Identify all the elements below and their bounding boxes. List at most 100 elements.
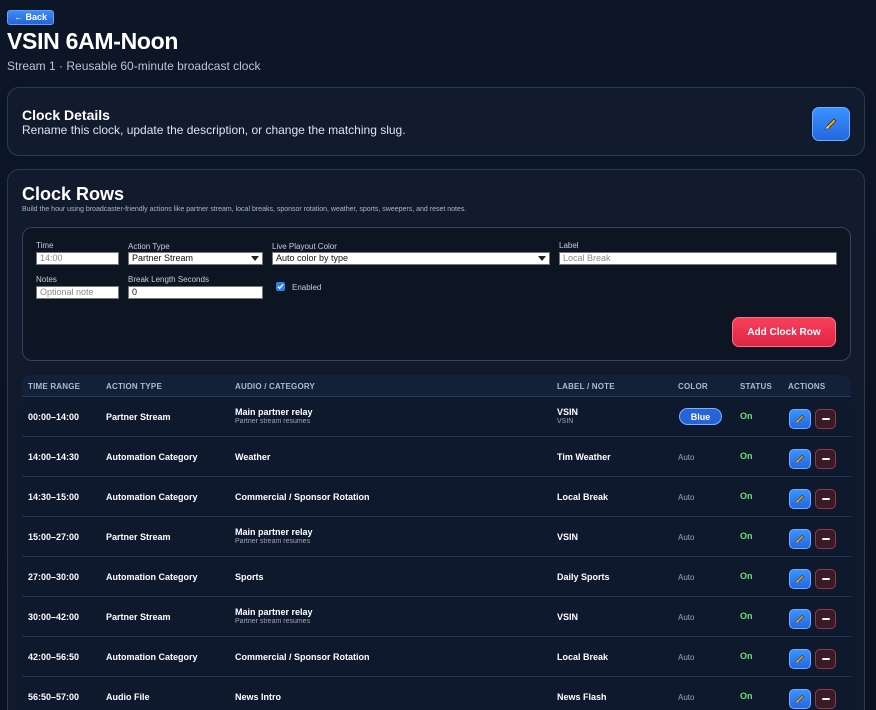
clock-details-description: Rename this clock, update the descriptio… <box>22 123 406 137</box>
row-color: Auto <box>678 493 695 502</box>
label-input[interactable]: Local Break <box>559 252 837 265</box>
pencil-icon <box>795 494 805 504</box>
check-icon <box>277 283 284 290</box>
clock-rows-card: Clock Rows Build the hour using broadcas… <box>7 169 865 710</box>
row-color: Auto <box>678 613 695 622</box>
table-row: 15:00–27:00 Partner Stream Main partner re… <box>22 517 851 557</box>
table-row: 14:00–14:30 Automation Category Weather Tim… <box>22 437 851 477</box>
color-select[interactable]: Auto color by type <box>272 252 550 265</box>
time-input[interactable]: 14:00 <box>36 252 119 265</box>
row-status: On <box>740 571 753 581</box>
minus-icon <box>821 458 830 460</box>
break-length-label: Break Length Seconds <box>128 275 209 284</box>
action-type-label: Action Type <box>128 242 170 251</box>
row-delete-button[interactable] <box>815 489 836 509</box>
pencil-icon <box>795 654 805 664</box>
row-delete-button[interactable] <box>815 609 836 629</box>
back-button[interactable]: ← Back <box>7 10 55 25</box>
row-status: On <box>740 651 753 661</box>
row-action-type: Automation Category <box>106 492 198 502</box>
row-audio: Sports <box>235 572 264 582</box>
row-delete-button[interactable] <box>815 449 836 469</box>
row-audio-note: Partner stream resumes <box>235 618 311 625</box>
row-color: Auto <box>678 573 695 582</box>
row-delete-button[interactable] <box>815 689 836 709</box>
row-delete-button[interactable] <box>815 529 836 549</box>
row-edit-button[interactable] <box>789 529 811 549</box>
row-time-range: 30:00–42:00 <box>28 612 80 622</box>
row-audio-note: Partner stream resumes <box>235 418 311 425</box>
row-delete-button[interactable] <box>815 569 836 589</box>
clock-rows-title: Clock Rows <box>22 184 125 204</box>
page-subtitle: Stream 1 · Reusable 60-minute broadcast … <box>7 59 261 73</box>
add-clock-row-button[interactable]: Add Clock Row <box>732 317 836 347</box>
minus-icon <box>821 698 830 700</box>
header-time-range: TIME RANGE <box>28 382 81 391</box>
enabled-checkbox[interactable] <box>276 282 285 291</box>
row-edit-button[interactable] <box>789 489 811 509</box>
row-status: On <box>740 531 753 541</box>
row-label: Local Break <box>557 652 609 662</box>
row-time-range: 14:30–15:00 <box>28 492 80 502</box>
pencil-icon <box>795 454 805 464</box>
edit-details-button[interactable] <box>812 107 850 141</box>
row-time-range: 00:00–14:00 <box>28 412 80 422</box>
row-action-type: Automation Category <box>106 452 198 462</box>
table-row: 14:30–15:00 Automation Category Commercial… <box>22 477 851 517</box>
table-body: 00:00–14:00 Partner Stream Main partner re… <box>22 397 851 710</box>
row-delete-button[interactable] <box>815 409 836 429</box>
row-status: On <box>740 491 753 501</box>
row-label: VSIN <box>557 407 579 417</box>
row-time-range: 14:00–14:30 <box>28 452 80 462</box>
clock-details-card: Clock Details Rename this clock, update … <box>7 87 865 156</box>
action-type-select[interactable]: Partner Stream <box>128 252 263 265</box>
minus-icon <box>821 418 830 420</box>
row-status: On <box>740 691 753 701</box>
header-action-type: ACTION TYPE <box>106 382 162 391</box>
row-edit-button[interactable] <box>789 609 811 629</box>
minus-icon <box>821 538 830 540</box>
row-time-range: 42:00–56:50 <box>28 652 80 662</box>
header-audio: AUDIO / CATEGORY <box>235 382 316 391</box>
page-title: VSIN 6AM-Noon <box>7 28 179 54</box>
row-edit-button[interactable] <box>789 569 811 589</box>
table-row: 42:00–56:50 Automation Category Commercial… <box>22 637 851 677</box>
row-edit-button[interactable] <box>789 449 811 469</box>
row-audio: Main partner relay <box>235 527 313 537</box>
chevron-down-icon <box>538 256 546 261</box>
clock-rows-description: Build the hour using broadcaster-friendl… <box>22 206 467 213</box>
minus-icon <box>821 498 830 500</box>
row-audio: News Intro <box>235 692 282 702</box>
table-row: 27:00–30:00 Automation Category Sports Dail… <box>22 557 851 597</box>
header-color: COLOR <box>678 382 708 391</box>
row-audio: Commercial / Sponsor Rotation <box>235 652 370 662</box>
notes-input[interactable]: Optional note <box>36 286 119 299</box>
header-label: LABEL / NOTE <box>557 382 615 391</box>
minus-icon <box>821 658 830 660</box>
row-time-range: 27:00–30:00 <box>28 572 80 582</box>
row-action-type: Audio File <box>106 692 150 702</box>
row-edit-button[interactable] <box>789 409 811 429</box>
row-delete-button[interactable] <box>815 649 836 669</box>
pencil-icon <box>825 118 837 130</box>
time-label: Time <box>36 241 54 250</box>
table-header: TIME RANGE ACTION TYPE AUDIO / CATEGORY … <box>22 375 851 397</box>
row-color: Auto <box>678 693 695 702</box>
row-time-range: 56:50–57:00 <box>28 692 80 702</box>
row-audio-note: Partner stream resumes <box>235 538 311 545</box>
row-status: On <box>740 411 753 421</box>
header-actions: ACTIONS <box>788 382 826 391</box>
row-color-badge: Blue <box>679 408 722 425</box>
pencil-icon <box>795 614 805 624</box>
row-edit-button[interactable] <box>789 649 811 669</box>
color-label: Live Playout Color <box>272 242 337 251</box>
row-audio: Weather <box>235 452 271 462</box>
row-color: Auto <box>678 533 695 542</box>
table-row: 00:00–14:00 Partner Stream Main partner re… <box>22 397 851 437</box>
row-edit-button[interactable] <box>789 689 811 709</box>
row-label: Local Break <box>557 492 609 502</box>
row-action-type: Partner Stream <box>106 532 171 542</box>
pencil-icon <box>795 534 805 544</box>
break-length-input[interactable]: 0 <box>128 286 263 299</box>
row-label: News Flash <box>557 692 607 702</box>
